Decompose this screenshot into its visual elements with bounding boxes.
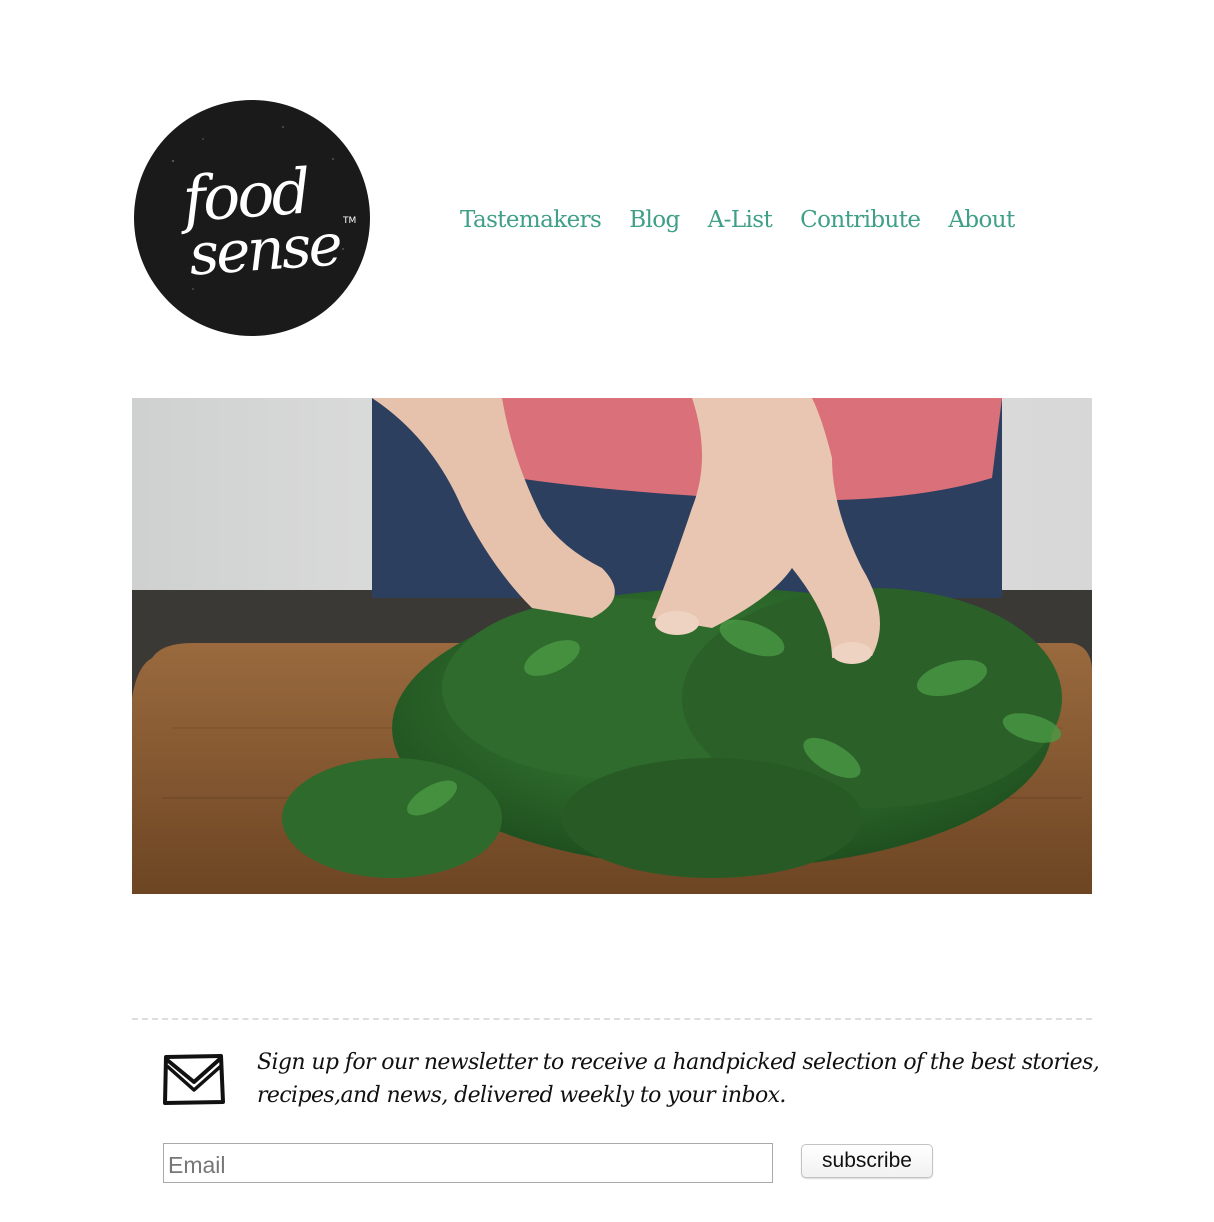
newsletter-description: Sign up for our newsletter to receive a … [257, 1050, 1100, 1108]
nav-item-about[interactable]: About [948, 204, 1015, 236]
section-divider [132, 1018, 1092, 1020]
main-nav: Tastemakers Blog A-List Contribute About [460, 204, 1015, 236]
subscribe-button[interactable]: subscribe [801, 1144, 933, 1178]
nav-item-a-list[interactable]: A-List [708, 204, 773, 236]
envelope-icon [161, 1052, 227, 1108]
nav-item-contribute[interactable]: Contribute [800, 204, 921, 236]
svg-text:sense: sense [187, 210, 343, 288]
svg-text:TM: TM [342, 216, 356, 226]
email-input[interactable] [163, 1143, 773, 1183]
logo-graphic: food sense TM [134, 100, 370, 336]
food-sense-logo[interactable]: food sense TM [133, 99, 371, 337]
hero-image [132, 398, 1092, 894]
nav-item-blog[interactable]: Blog [629, 204, 680, 236]
nav-item-tastemakers[interactable]: Tastemakers [460, 204, 602, 236]
parsley-photo [132, 398, 1092, 894]
